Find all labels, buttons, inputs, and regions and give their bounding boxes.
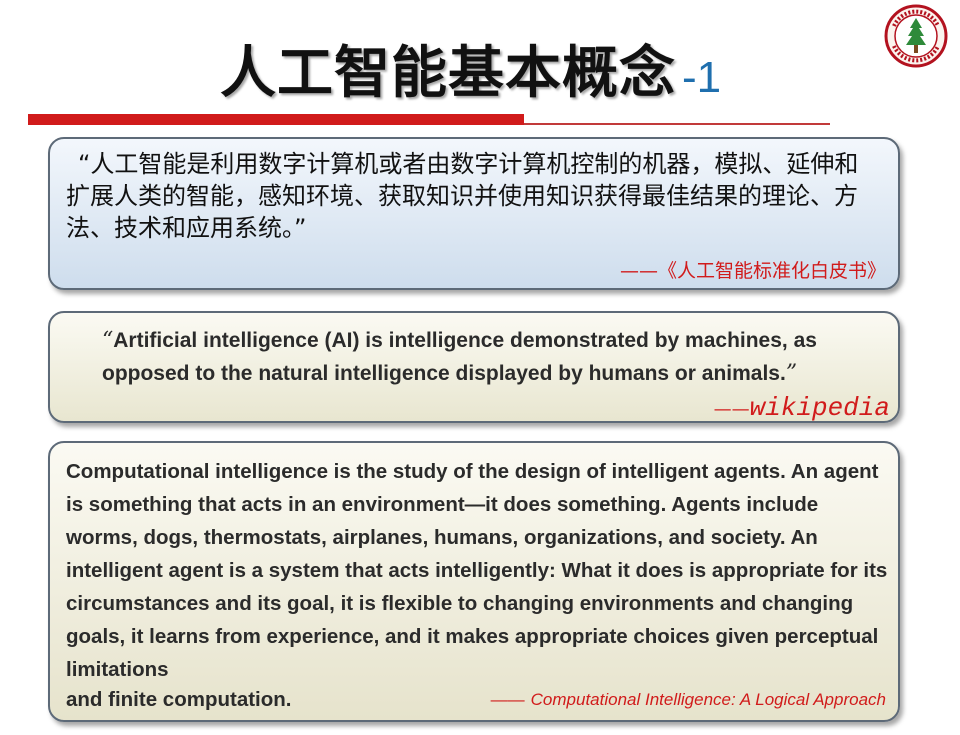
ci-source-name: Computational Intelligence: A Logical Ap…: [530, 690, 886, 709]
wikipedia-source: ——wikipedia: [714, 393, 890, 423]
title-underline-line: [524, 123, 830, 125]
title-text: 人工智能基本概念: [220, 40, 676, 106]
ci-source-dash: ——: [490, 690, 525, 709]
open-quote-mark: “: [102, 328, 114, 353]
slide-title: 人工智能基本概念 -1: [220, 28, 721, 106]
wikipedia-source-name: wikipedia: [749, 393, 890, 423]
title-number: -1: [682, 53, 722, 102]
close-quote-mark: ”: [785, 361, 798, 386]
title-underline-bar: [28, 114, 524, 125]
wikipedia-definition: “Artificial intelligence (AI) is intelli…: [102, 324, 892, 390]
wikipedia-definition-text: Artificial intelligence (AI) is intellig…: [102, 329, 817, 385]
chinese-definition-text: “人工智能是利用数字计算机或者由数字计算机控制的机器，模拟、延伸和扩展人类的智能…: [66, 150, 859, 242]
ci-definition-last-line: and finite computation.: [66, 688, 292, 711]
wikipedia-source-dash: ——: [713, 399, 750, 420]
ci-definition-text: Computational intelligence is the study …: [66, 460, 888, 681]
ci-definition-source: —— Computational Intelligence: A Logical …: [491, 690, 886, 710]
chinese-definition-source: ——《人工智能标准化白皮书》: [619, 260, 886, 282]
university-seal-icon: [884, 4, 948, 68]
